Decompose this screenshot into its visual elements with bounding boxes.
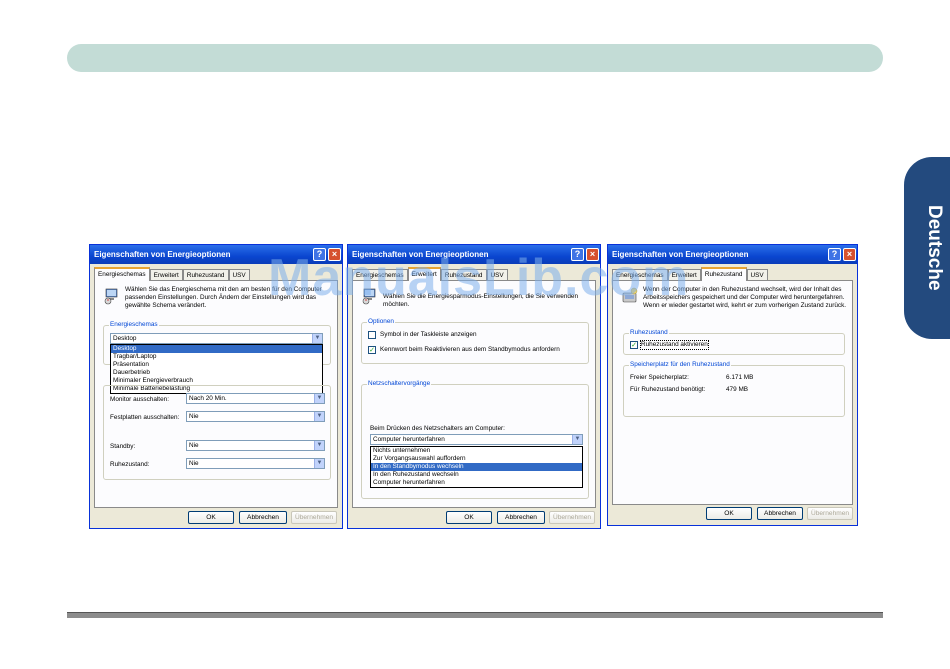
scheme-select-value: Desktop [113, 335, 137, 342]
chevron-down-icon[interactable]: ▼ [314, 412, 324, 421]
ok-button[interactable]: OK [706, 507, 752, 520]
schemes-group-label: Energieschemas [109, 321, 159, 329]
apply-button[interactable]: Übernehmen [549, 511, 595, 524]
disk-off-label: Festplatten ausschalten: [110, 414, 180, 421]
power-button-option[interactable]: In den Ruhezustand wechseln [371, 471, 582, 479]
power-buttons-group-label: Netzschaltervorgänge [367, 380, 432, 388]
taskbar-icon-checkbox[interactable] [368, 331, 376, 339]
chevron-down-icon[interactable]: ▼ [314, 441, 324, 450]
cancel-button[interactable]: Abbrechen [497, 511, 545, 524]
password-on-resume-checkbox[interactable]: ✓ [368, 346, 376, 354]
enable-hibernate-checkbox[interactable]: ✓ [630, 341, 638, 349]
cancel-button[interactable]: Abbrechen [239, 511, 287, 524]
title-bar[interactable]: Eigenschaften von Energieoptionen ? × [90, 245, 342, 264]
scheme-option[interactable]: Desktop [111, 345, 322, 353]
standby-select[interactable]: Nie ▼ [186, 440, 325, 451]
close-icon[interactable]: × [843, 248, 856, 261]
chevron-down-icon[interactable]: ▼ [314, 459, 324, 468]
tab-energieschemas[interactable]: Energieschemas [94, 267, 150, 281]
close-icon[interactable]: × [586, 248, 599, 261]
power-options-icon [362, 288, 376, 305]
cancel-button[interactable]: Abbrechen [757, 507, 803, 520]
required-space-label: Für Ruhezustand benötigt: [630, 386, 706, 393]
chevron-down-icon[interactable]: ▼ [314, 394, 324, 403]
required-space-value: 479 MB [726, 386, 749, 393]
apply-button[interactable]: Übernehmen [291, 511, 337, 524]
power-button-dropdown-list: Nichts unternehmen Zur Vorgangsauswahl a… [370, 446, 583, 488]
hibernate-select[interactable]: Nie ▼ [186, 458, 325, 469]
ok-button[interactable]: OK [446, 511, 492, 524]
monitor-off-value: Nach 20 Min. [189, 395, 227, 402]
tab-panel: Wählen Sie die Energiesparmodus-Einstell… [352, 280, 596, 508]
dialog-title: Eigenschaften von Energieoptionen [94, 250, 231, 259]
dialog-title: Eigenschaften von Energieoptionen [612, 250, 749, 259]
chevron-down-icon[interactable]: ▼ [572, 435, 582, 444]
disk-space-group-label: Speicherplatz für den Ruhezustand [629, 361, 731, 369]
tab-panel: Wenn der Computer in den Ruhezustand wec… [612, 280, 853, 505]
title-bar[interactable]: Eigenschaften von Energieoptionen ? × [608, 245, 857, 264]
help-icon[interactable]: ? [313, 248, 326, 261]
title-bar[interactable]: Eigenschaften von Energieoptionen ? × [348, 245, 600, 264]
scheme-option[interactable]: Präsentation [111, 361, 322, 369]
power-scheme-icon [104, 288, 118, 305]
hibernate-value: Nie [189, 460, 199, 467]
taskbar-icon-label: Symbol in der Taskleiste anzeigen [380, 331, 477, 338]
password-on-resume-label: Kennwort beim Reaktivieren aus dem Stand… [380, 346, 560, 353]
language-tab-label: Deutsche [924, 205, 945, 291]
tab-erweitert[interactable]: Erweitert [407, 267, 441, 281]
disk-off-value: Nie [189, 413, 199, 420]
scheme-option[interactable]: Minimaler Energieverbrauch [111, 377, 322, 385]
monitor-off-label: Monitor ausschalten: [110, 396, 169, 403]
power-button-option[interactable]: In den Standbymodus wechseln [371, 463, 582, 471]
scheme-description: Wählen Sie das Energieschema mit den am … [125, 286, 322, 309]
free-space-value: 6.171 MB [726, 374, 754, 381]
tab-ruhezustand[interactable]: Ruhezustand [700, 267, 747, 281]
ok-button[interactable]: OK [188, 511, 234, 524]
hibernate-description: Wenn der Computer in den Ruhezustand wec… [643, 286, 847, 309]
monitor-off-select[interactable]: Nach 20 Min. ▼ [186, 393, 325, 404]
dialog-title: Eigenschaften von Energieoptionen [352, 250, 489, 259]
language-tab: Deutsche [904, 157, 950, 339]
power-button-caption: Beim Drücken des Netzschalters am Comput… [370, 425, 505, 432]
disk-off-select[interactable]: Nie ▼ [186, 411, 325, 422]
power-options-dialog-hibernate: Eigenschaften von Energieoptionen ? × En… [607, 244, 858, 526]
header-bar [67, 44, 883, 72]
free-space-label: Freier Speicherplatz: [630, 374, 689, 381]
standby-value: Nie [189, 442, 199, 449]
power-button-option[interactable]: Zur Vorgangsauswahl auffordern [371, 455, 582, 463]
help-icon[interactable]: ? [828, 248, 841, 261]
power-button-select[interactable]: Computer herunterfahren ▼ [370, 434, 583, 445]
options-group: Optionen [361, 318, 589, 364]
advanced-description: Wählen Sie die Energiesparmodus-Einstell… [383, 293, 579, 308]
close-icon[interactable]: × [328, 248, 341, 261]
power-button-option[interactable]: Computer herunterfahren [371, 479, 582, 487]
scheme-option[interactable]: Dauerbetrieb [111, 369, 322, 377]
hibernate-icon [622, 287, 638, 303]
apply-button[interactable]: Übernehmen [807, 507, 853, 520]
options-group-label: Optionen [367, 318, 395, 326]
footer-rule [67, 612, 883, 618]
power-options-dialog-advanced: Eigenschaften von Energieoptionen ? × En… [347, 244, 601, 529]
enable-hibernate-label: Ruhezustand aktivieren [640, 340, 709, 350]
standby-label: Standby: [110, 443, 136, 450]
scheme-select[interactable]: Desktop ▼ [110, 333, 323, 344]
hibernate-label: Ruhezustand: [110, 461, 150, 468]
power-button-value: Computer herunterfahren [373, 436, 445, 443]
tab-panel: Wählen Sie das Energieschema mit den am … [94, 280, 338, 508]
power-button-option[interactable]: Nichts unternehmen [371, 447, 582, 455]
scheme-option[interactable]: Tragbar/Laptop [111, 353, 322, 361]
chevron-down-icon[interactable]: ▼ [312, 334, 322, 343]
hibernate-group-label: Ruhezustand [629, 329, 669, 337]
help-icon[interactable]: ? [571, 248, 584, 261]
power-options-dialog-schemes: Eigenschaften von Energieoptionen ? × En… [89, 244, 343, 529]
